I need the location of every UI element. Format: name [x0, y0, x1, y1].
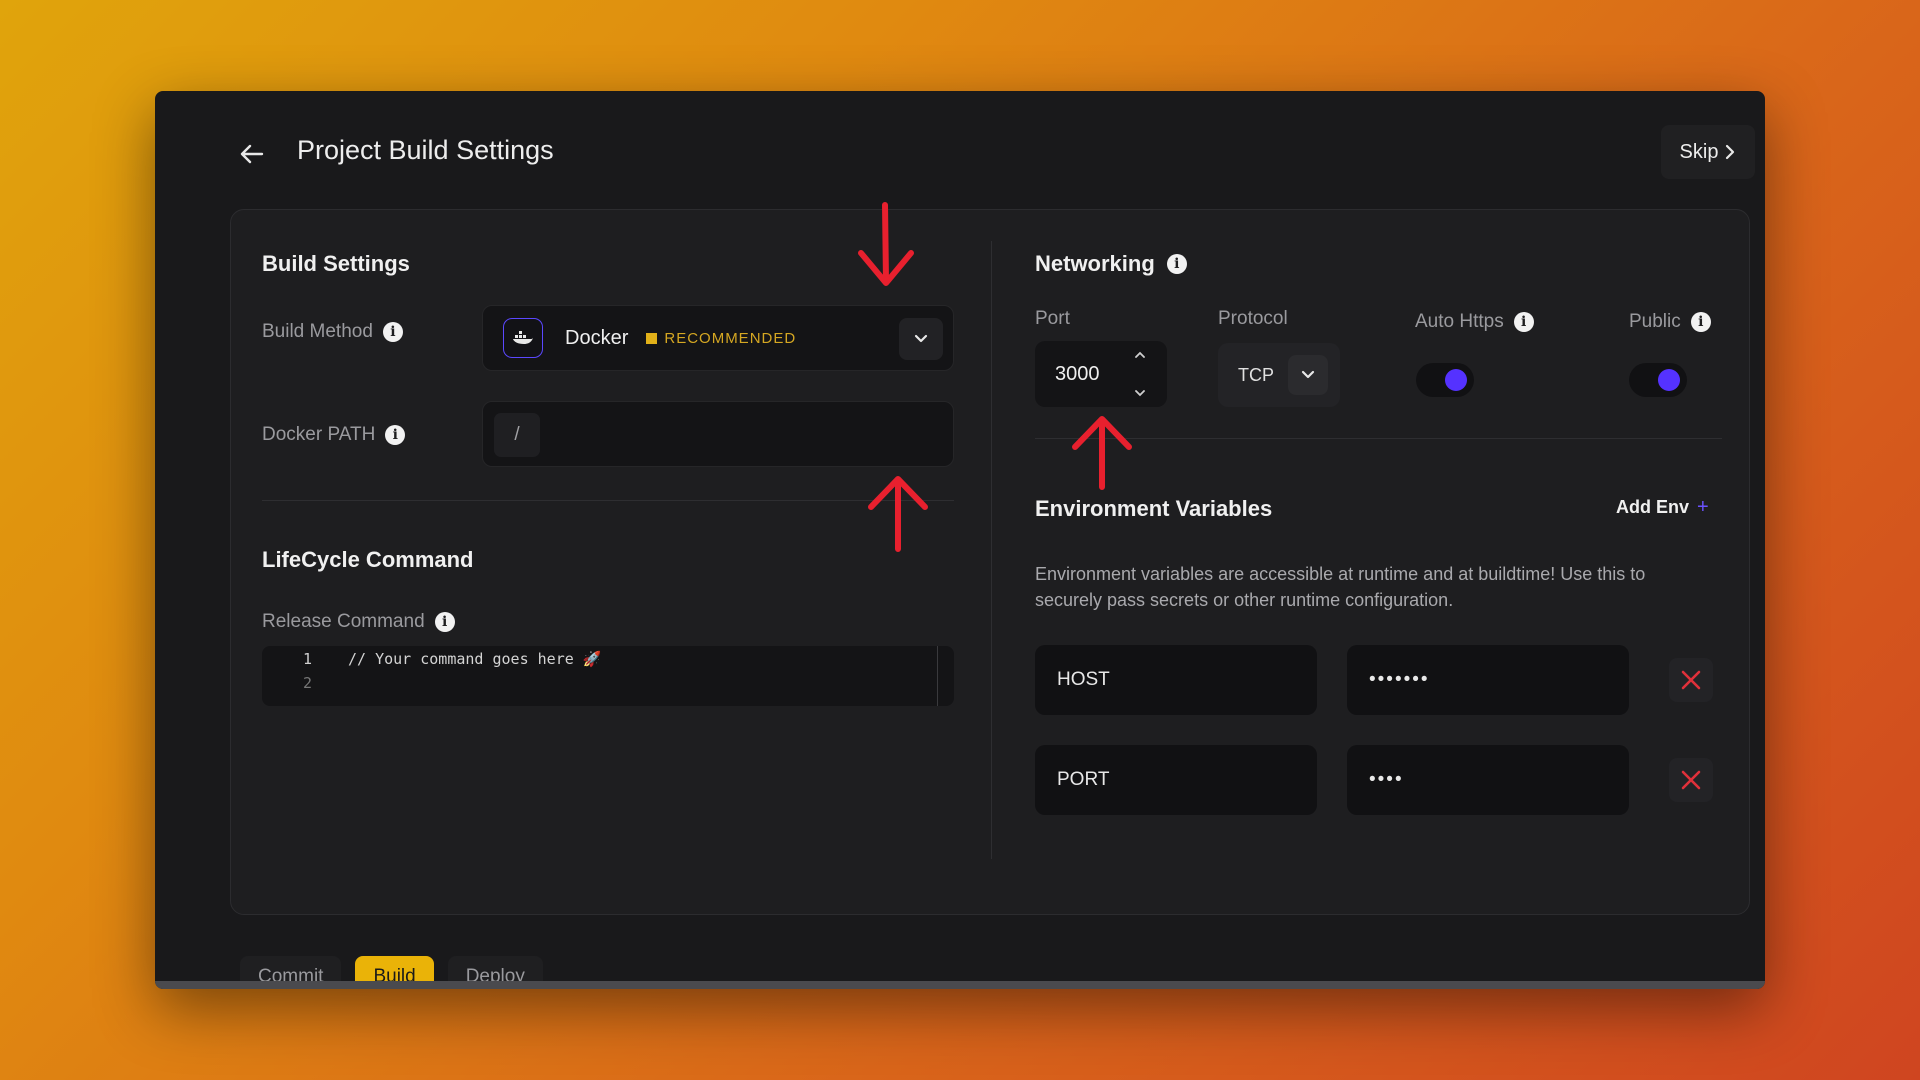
docker-path-prefix: / [494, 413, 540, 457]
info-icon[interactable]: i [1690, 312, 1711, 332]
arrow-left-icon [240, 144, 264, 164]
build-method-label-text: Build Method [262, 321, 373, 342]
env-title: Environment Variables [1035, 496, 1273, 521]
remove-env-button[interactable] [1669, 658, 1713, 702]
skip-button[interactable]: Skip [1661, 125, 1755, 179]
env-description: Environment variables are accessible at … [1035, 564, 1646, 610]
toggle-knob [1658, 369, 1680, 391]
editor-scrollbar[interactable] [937, 646, 938, 706]
build-method-label: Build Method i [262, 321, 403, 343]
public-label-text: Public [1629, 311, 1681, 332]
public-toggle[interactable] [1629, 363, 1687, 397]
env-key-input[interactable]: HOST [1035, 645, 1317, 715]
auto-https-toggle[interactable] [1416, 363, 1474, 397]
env-value-input[interactable]: ••••••• [1347, 645, 1629, 715]
port-stepper[interactable] [1127, 351, 1153, 397]
info-icon[interactable]: i [382, 322, 403, 342]
info-icon[interactable]: i [385, 425, 406, 445]
remove-env-button[interactable] [1669, 758, 1713, 802]
chevron-down-icon [914, 334, 928, 343]
header: Project Build Settings Skip [155, 91, 1765, 211]
docker-icon [503, 318, 543, 358]
info-icon[interactable]: i [1166, 254, 1187, 274]
build-method-value: Docker [565, 326, 629, 349]
env-value-input[interactable]: •••• [1347, 745, 1629, 815]
port-label: Port [1035, 308, 1070, 330]
auto-https-label: Auto Https i [1415, 311, 1534, 333]
page-title: Project Build Settings [297, 135, 554, 165]
public-label: Public i [1629, 311, 1711, 333]
annotation-arrow-up-icon [1072, 416, 1132, 490]
column-divider [991, 241, 992, 859]
env-key-input[interactable]: PORT [1035, 745, 1317, 815]
networking-title-text: Networking [1035, 251, 1155, 276]
settings-window: Project Build Settings Skip Build Settin… [155, 91, 1765, 989]
build-method-select[interactable]: Docker RECOMMENDED [482, 305, 954, 371]
docker-path-label: Docker PATH i [262, 424, 406, 446]
info-icon[interactable]: i [434, 612, 455, 632]
recommended-text: RECOMMENDED [664, 329, 797, 347]
port-input[interactable]: 3000 [1035, 341, 1167, 407]
lifecycle-title: LifeCycle Command [262, 547, 474, 572]
plus-icon: + [1697, 496, 1709, 518]
docker-path-input[interactable]: / [482, 401, 954, 467]
add-env-button[interactable]: Add Env + [1616, 496, 1709, 519]
recommended-badge: RECOMMENDED [646, 330, 796, 347]
close-icon [1681, 670, 1701, 690]
info-icon[interactable]: i [1513, 312, 1534, 332]
release-command-label: Release Command i [262, 611, 455, 633]
add-env-label: Add Env [1616, 497, 1690, 517]
networking-divider [1035, 438, 1722, 439]
annotation-arrow-down-icon [858, 202, 914, 286]
build-settings-title: Build Settings [262, 251, 410, 276]
protocol-select[interactable]: TCP [1218, 343, 1340, 407]
chevron-down-icon[interactable] [1134, 389, 1146, 397]
build-method-dropdown-toggle[interactable] [899, 318, 943, 360]
port-value: 3000 [1055, 362, 1100, 385]
protocol-dropdown-toggle[interactable] [1288, 355, 1328, 395]
protocol-value: TCP [1238, 364, 1274, 385]
chevron-up-icon[interactable] [1134, 351, 1146, 359]
protocol-label-text: Protocol [1218, 308, 1288, 329]
annotation-arrow-up-icon [868, 476, 928, 552]
window-bottom-bar [155, 981, 1765, 989]
badge-square-icon [646, 332, 658, 344]
chevron-down-icon [1301, 370, 1315, 379]
protocol-label: Protocol [1218, 308, 1288, 330]
code-line: 1 // Your command goes here 🚀 [262, 650, 602, 668]
chevron-right-icon [1726, 144, 1735, 160]
auto-https-label-text: Auto Https [1415, 311, 1504, 332]
port-label-text: Port [1035, 308, 1070, 329]
line-number: 2 [302, 674, 312, 692]
code-text: // Your command goes here 🚀 [348, 650, 602, 668]
release-command-label-text: Release Command [262, 611, 425, 632]
toggle-knob [1445, 369, 1467, 391]
build-section-divider [262, 500, 954, 501]
release-command-editor[interactable]: 1 // Your command goes here 🚀 2 [262, 646, 954, 706]
close-icon [1681, 770, 1701, 790]
code-line: 2 [262, 674, 348, 692]
back-button[interactable] [237, 139, 267, 169]
line-number: 1 [302, 650, 312, 668]
docker-path-label-text: Docker PATH [262, 424, 376, 445]
skip-label: Skip [1679, 140, 1719, 163]
networking-title: Networking i [1035, 251, 1187, 277]
